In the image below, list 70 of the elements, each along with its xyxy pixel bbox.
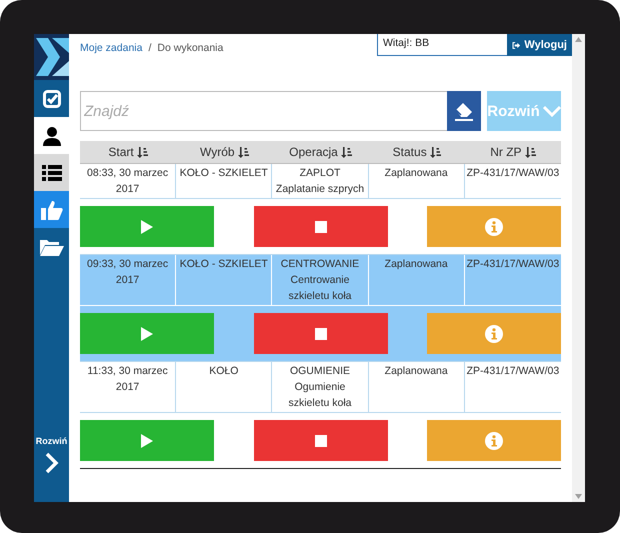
table-row[interactable]: 09:33, 30 marzec 2017 KOŁO - SZKIELET CENTROWANIE Centrowanie szkieletu koła Zaplanowana ZP-431/17/WAW/03 xyxy=(80,255,561,362)
user-icon xyxy=(42,126,60,146)
play-icon xyxy=(141,220,153,234)
table-cell-text: ZP-431/17/WAW/03 xyxy=(466,257,560,272)
info-button[interactable] xyxy=(427,206,561,247)
info-button[interactable] xyxy=(427,313,561,354)
table-cell-text: OGUMIENIE xyxy=(290,364,350,379)
info-icon xyxy=(485,218,503,236)
table-row[interactable]: 11:33, 30 marzec 2017 KOŁO OGUMIENIE Ogumienie szkieletu koła Zaplanowana ZP-431/17/WAW/03 xyxy=(80,362,561,469)
start-button[interactable] xyxy=(80,420,214,461)
table-cell-text: KOŁO - SZKIELET xyxy=(180,166,268,181)
table-cell-text: Centrowanie szkieletu koła xyxy=(287,273,352,304)
breadcrumb-separator: / xyxy=(148,42,152,54)
expand-sidebar-button[interactable]: Rozwiń xyxy=(34,436,69,474)
column-header[interactable]: Wyrób xyxy=(176,141,272,163)
table-cell-text: KOŁO - SZKIELET xyxy=(180,257,268,272)
table-cell-text: ZP-431/17/WAW/03 xyxy=(466,364,560,379)
table-cell-text: Zaplanowana xyxy=(384,166,448,181)
folder-icon xyxy=(40,238,64,256)
chevron-down-icon xyxy=(542,105,561,117)
column-header[interactable]: Nr ZP xyxy=(464,141,561,163)
stop-button[interactable] xyxy=(254,313,388,354)
list-icon xyxy=(42,164,62,180)
table-cell-text: ZP-431/17/WAW/03 xyxy=(466,166,560,181)
column-header[interactable]: Start xyxy=(80,141,176,163)
table-cell-text: 08:33, 30 marzec 2017 xyxy=(86,166,170,197)
scroll-down-icon[interactable] xyxy=(575,494,582,499)
stop-button[interactable] xyxy=(254,420,388,461)
play-icon xyxy=(141,326,153,340)
column-header[interactable]: Operacja xyxy=(272,141,369,163)
logout-button[interactable]: Wyloguj xyxy=(507,34,572,56)
stop-icon xyxy=(314,328,326,340)
sort-icon xyxy=(136,146,148,158)
scroll-up-icon[interactable] xyxy=(575,37,582,42)
info-icon xyxy=(485,432,503,450)
search-field[interactable]: Znajdź xyxy=(80,91,447,131)
table-cell-text: CENTROWANIE xyxy=(280,257,360,272)
sidebar-item[interactable] xyxy=(34,154,69,191)
checkbox-icon xyxy=(42,90,60,108)
sort-icon xyxy=(524,146,536,158)
thumbs-up-icon xyxy=(40,200,62,220)
eraser-icon xyxy=(453,100,475,122)
table-cell-text: Zaplatanie szprych xyxy=(276,182,364,197)
clear-button[interactable] xyxy=(447,91,481,131)
sort-icon xyxy=(430,146,441,158)
table-cell-text: Zaplanowana xyxy=(384,257,448,272)
table-cell-text: 11:33, 30 marzec 2017 xyxy=(86,364,169,395)
breadcrumb-current: Do wykonania xyxy=(157,42,224,54)
sort-icon xyxy=(340,146,352,158)
table-cell-text: Zaplanowana xyxy=(384,364,448,379)
stop-icon xyxy=(314,220,326,232)
info-button[interactable] xyxy=(427,420,561,461)
breadcrumb-link[interactable]: Moje zadania xyxy=(80,42,142,54)
stop-icon xyxy=(314,434,326,446)
table-cell-text: 09:33, 30 marzec 2017 xyxy=(86,257,170,288)
user-field: Witaj!: BB xyxy=(377,34,507,56)
table-row[interactable]: 08:33, 30 marzec 2017 KOŁO - SZKIELET ZAPLOT Zaplatanie szprych Zaplanowana ZP-431/17/WAW/03 xyxy=(80,164,561,255)
info-icon xyxy=(485,324,503,342)
sort-icon xyxy=(238,146,249,158)
table-cell-text: Ogumienie szkieletu koła xyxy=(287,380,352,411)
start-button[interactable] xyxy=(80,206,214,247)
chevron-right-icon xyxy=(44,452,58,474)
play-icon xyxy=(141,434,153,448)
stop-button[interactable] xyxy=(254,206,388,247)
table-cell-text: ZAPLOT xyxy=(300,166,340,181)
sidebar-item[interactable] xyxy=(34,117,69,154)
column-header[interactable]: Status xyxy=(368,141,465,163)
start-button[interactable] xyxy=(80,313,214,354)
logo-icon xyxy=(34,34,69,80)
table-cell-text: KOŁO xyxy=(209,364,238,379)
